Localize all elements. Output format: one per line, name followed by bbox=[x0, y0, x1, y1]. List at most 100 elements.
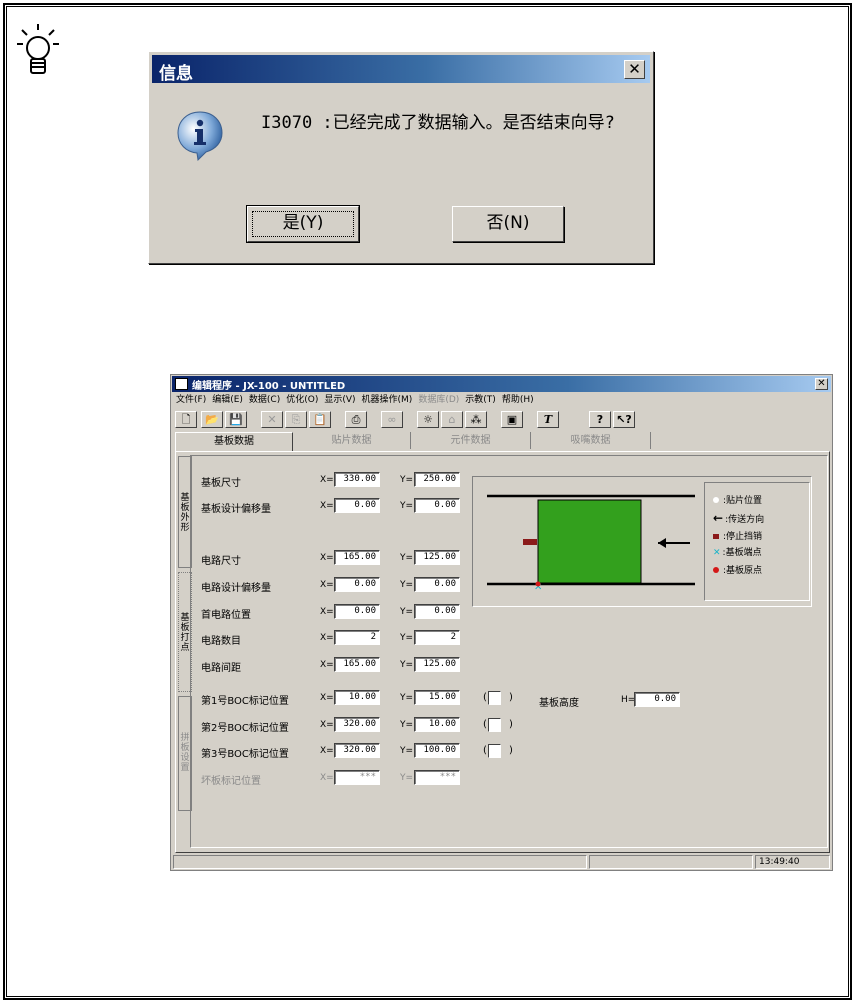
app-titlebar[interactable]: 编辑程序 - JX-100 - UNTITLED ✕ bbox=[172, 376, 831, 392]
board-height-label: 基板高度 bbox=[539, 698, 579, 709]
conveyor-diagram: ✕ bbox=[487, 494, 695, 593]
toolbar: 🗋 📂 💾 ✕ ⎘ 📋 ⎙ ∞ ☼ ⌂ ⁂ ▣ T ? ↖? bbox=[173, 410, 830, 430]
text-tool-icon[interactable]: T bbox=[537, 411, 559, 428]
x-prefix: X= bbox=[320, 607, 334, 617]
white-dot-icon bbox=[713, 497, 719, 503]
paren-open: ( bbox=[483, 719, 487, 730]
y-value-field[interactable]: 10.00 bbox=[414, 717, 460, 732]
copy-icon: ⎘ bbox=[285, 411, 307, 428]
x-value-field[interactable]: 165.00 bbox=[334, 657, 380, 672]
y-value-field: *** bbox=[414, 770, 460, 785]
x-prefix: X= bbox=[320, 693, 334, 703]
y-value-field[interactable]: 125.00 bbox=[414, 657, 460, 672]
close-icon: ✕ bbox=[817, 378, 826, 389]
y-value-field[interactable]: 100.00 bbox=[414, 743, 460, 758]
edit-program-window: 编辑程序 - JX-100 - UNTITLED ✕ 文件(F) 编辑(E) 数… bbox=[170, 374, 833, 871]
dialog-title: 信息 bbox=[159, 64, 193, 84]
menu-file[interactable]: 文件(F) bbox=[173, 393, 209, 407]
boc-checkbox[interactable] bbox=[488, 718, 501, 732]
help-icon[interactable]: ? bbox=[589, 411, 611, 428]
new-file-icon[interactable]: 🗋 bbox=[175, 411, 197, 428]
board-icon[interactable]: ▣ bbox=[501, 411, 523, 428]
x-prefix: X= bbox=[320, 580, 334, 590]
paren-close: ) bbox=[509, 719, 513, 730]
x-value-field[interactable]: 2 bbox=[334, 630, 380, 645]
status-panel-main bbox=[173, 855, 587, 869]
menu-help[interactable]: 帮助(H) bbox=[499, 393, 537, 407]
lightbulb-tool-icon[interactable]: ☼ bbox=[417, 411, 439, 428]
x-prefix: X= bbox=[320, 746, 334, 756]
y-prefix: Y= bbox=[400, 607, 414, 617]
y-value-field[interactable]: 2 bbox=[414, 630, 460, 645]
board-origin-mark bbox=[535, 581, 541, 587]
tab-component-data[interactable]: 元件数据 bbox=[411, 432, 531, 449]
menu-data[interactable]: 数据(C) bbox=[246, 393, 283, 407]
component-icon[interactable]: ⁂ bbox=[465, 411, 487, 428]
x-value-field[interactable]: 320.00 bbox=[334, 717, 380, 732]
y-value-field[interactable]: 250.00 bbox=[414, 472, 460, 487]
status-clock: 13:49:40 bbox=[755, 855, 830, 869]
print-icon[interactable]: ⎙ bbox=[345, 411, 367, 428]
x-value-field[interactable]: 0.00 bbox=[334, 577, 380, 592]
x-value-field[interactable]: 320.00 bbox=[334, 743, 380, 758]
x-prefix: X= bbox=[320, 475, 334, 485]
close-icon: ✕ bbox=[628, 60, 641, 78]
tab-nozzle-data[interactable]: 吸嘴数据 bbox=[531, 432, 651, 449]
tab-placement-data[interactable]: 贴片数据 bbox=[293, 432, 411, 449]
x-value-field[interactable]: 10.00 bbox=[334, 690, 380, 705]
legend-item: ←:传送方向 bbox=[713, 511, 765, 525]
app-title: 编辑程序 - JX-100 - UNTITLED bbox=[192, 381, 346, 392]
legend-item: :基板原点 bbox=[713, 563, 762, 576]
app-close-button[interactable]: ✕ bbox=[815, 378, 828, 390]
board-data-panel: 基板外形 基板打点 拼板设置 基板尺寸 X= 330.00 Y= 250.00 基板设计偏… bbox=[175, 451, 830, 853]
row-label: 第3号BOC标记位置 bbox=[201, 749, 289, 760]
boc-checkbox[interactable] bbox=[488, 691, 501, 705]
x-value-field[interactable]: 0.00 bbox=[334, 604, 380, 619]
app-icon bbox=[175, 378, 188, 390]
dialog-titlebar[interactable]: 信息 ✕ bbox=[152, 55, 650, 84]
paren-close: ) bbox=[509, 692, 513, 703]
open-folder-icon[interactable]: 📂 bbox=[201, 411, 223, 428]
x-value-field[interactable]: 330.00 bbox=[334, 472, 380, 487]
paren-open: ( bbox=[483, 745, 487, 756]
legend-item: ✕:基板端点 bbox=[713, 548, 762, 558]
no-button[interactable]: 否(N) bbox=[452, 206, 564, 242]
y-value-field[interactable]: 0.00 bbox=[414, 498, 460, 513]
board-height-field[interactable]: 0.00 bbox=[634, 692, 680, 707]
y-prefix: Y= bbox=[400, 501, 414, 511]
y-prefix: Y= bbox=[400, 693, 414, 703]
lightbulb-icon bbox=[17, 24, 59, 74]
y-prefix: Y= bbox=[400, 660, 414, 670]
board-rect bbox=[537, 499, 642, 584]
y-value-field[interactable]: 0.00 bbox=[414, 604, 460, 619]
context-help-icon[interactable]: ↖? bbox=[613, 411, 635, 428]
paren-open: ( bbox=[483, 692, 487, 703]
menu-teach[interactable]: 示教(T) bbox=[462, 393, 499, 407]
yes-button[interactable]: 是(Y) bbox=[246, 205, 360, 243]
board-end-icon: ✕ bbox=[713, 548, 721, 558]
x-value-field[interactable]: 165.00 bbox=[334, 550, 380, 565]
menu-view[interactable]: 显示(V) bbox=[321, 393, 358, 407]
x-prefix: X= bbox=[320, 720, 334, 730]
menu-database: 数据库(D) bbox=[418, 395, 460, 405]
boc-checkbox[interactable] bbox=[488, 744, 501, 758]
row-label: 电路数目 bbox=[201, 636, 241, 647]
dialog-close-button[interactable]: ✕ bbox=[624, 60, 645, 79]
legend: :贴片位置 ←:传送方向 :停止挡销 ✕:基板端点 :基板原点 bbox=[704, 482, 810, 601]
paren-close: ) bbox=[509, 745, 513, 756]
menu-optimize[interactable]: 优化(O) bbox=[283, 393, 321, 407]
y-value-field[interactable]: 125.00 bbox=[414, 550, 460, 565]
origin-dot-icon bbox=[713, 567, 719, 573]
x-value-field[interactable]: 0.00 bbox=[334, 498, 380, 513]
y-prefix: Y= bbox=[400, 633, 414, 643]
y-value-field[interactable]: 0.00 bbox=[414, 577, 460, 592]
tab-board-data[interactable]: 基板数据 bbox=[175, 432, 293, 451]
y-value-field[interactable]: 15.00 bbox=[414, 690, 460, 705]
row-label: 电路间距 bbox=[201, 663, 241, 674]
arrow-left-icon: ← bbox=[713, 511, 724, 525]
save-icon[interactable]: 💾 bbox=[225, 411, 247, 428]
x-value-field: *** bbox=[334, 770, 380, 785]
menu-machine[interactable]: 机器操作(M) bbox=[359, 393, 416, 407]
menu-edit[interactable]: 编辑(E) bbox=[209, 393, 246, 407]
focus-rect bbox=[252, 211, 354, 237]
